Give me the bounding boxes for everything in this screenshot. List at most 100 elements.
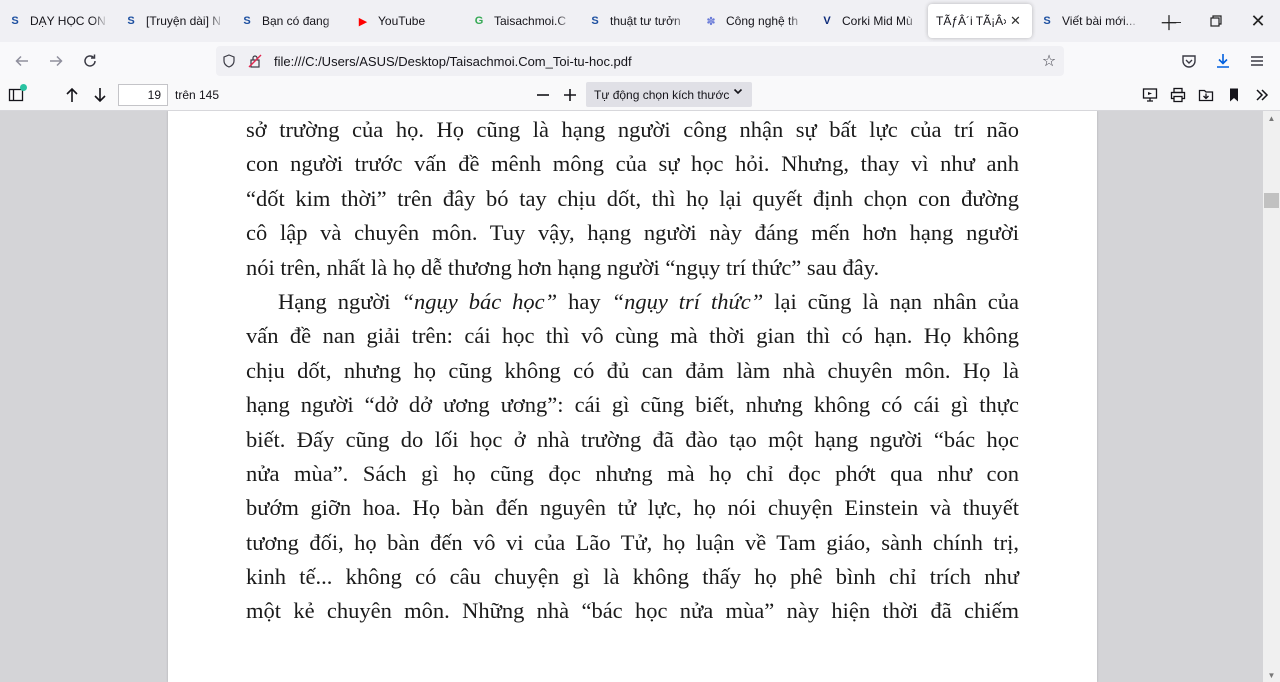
pdf-toolbar: 19 trên 145 Tự động chọn kích thước [0,79,1280,111]
tab-title: TÃƒÂ´i TÃ¡Â»Â± [936,14,1006,28]
save-button[interactable] [1192,82,1220,108]
scroll-down-arrow-icon[interactable]: ▼ [1263,668,1280,682]
text-line: chịu dốt, nhưng họ cũng không có đủ can … [246,357,1019,383]
printer-icon [1170,87,1186,103]
bookmark-icon [1230,88,1238,102]
page-text: sở trường của họ. Họ cũng là hạng người … [246,113,1019,629]
zoom-select[interactable]: Tự động chọn kích thước [586,82,752,107]
tab-favicon-icon: S [127,15,135,27]
toolbar-right [1172,42,1280,79]
browser-tab[interactable]: ▶ YouTube [348,4,464,38]
menu-button[interactable] [1240,46,1274,76]
tab-title: Công nghệ th [726,14,799,28]
tab-title: DẠY HỌC ON [30,14,106,28]
sidebar-toggle-button[interactable] [2,82,30,108]
tab-title: Corki Mid Mù [842,14,913,28]
arrow-left-icon [15,55,28,66]
italic-phrase: “ngụy bác học” [401,288,558,314]
presentation-icon [1142,88,1158,102]
forward-button[interactable] [39,46,73,76]
text-segment: Hạng người [278,288,402,314]
tab-favicon-icon: S [1043,15,1051,27]
browser-tab[interactable]: S [Truyện dài] N [116,4,232,38]
tab-favicon-icon: ▶ [358,15,368,28]
browser-tab[interactable]: ✽ Công nghệ th [696,4,812,38]
text-line: biết. Đấy cũng do lối học ở nhà trường đ… [246,426,1019,452]
pdf-page: sở trường của họ. Họ cũng là hạng người … [168,111,1097,682]
arrow-down-icon [94,87,106,102]
text-line: sở trường của họ. Họ cũng là hạng người … [246,117,1019,142]
double-chevron-right-icon [1256,89,1269,101]
tools-button[interactable] [1248,82,1276,108]
url-text[interactable]: file:///C:/Users/ASUS/Desktop/Taisachmoi… [274,54,1034,69]
tab-favicon-icon: S [11,15,19,27]
address-bar[interactable]: file:///C:/Users/ASUS/Desktop/Taisachmoi… [216,46,1064,76]
downloads-button[interactable] [1206,46,1240,76]
save-icon [1198,89,1214,102]
browser-tab[interactable]: S DẠY HỌC ON [0,4,116,38]
tab-title: Bạn có đang [262,14,330,28]
print-button[interactable] [1164,82,1192,108]
italic-phrase: “ngụy trí thức” [611,288,764,314]
browser-tab[interactable]: TÃƒÂ´i TÃ¡Â»Â± ✕ [928,4,1032,38]
minus-icon [537,94,549,96]
tab-favicon-icon: S [591,15,599,27]
back-button[interactable] [5,46,39,76]
page-total-label: trên 145 [175,87,220,102]
arrow-up-icon [66,87,78,102]
pdf-viewer[interactable]: sở trường của họ. Họ cũng là hạng người … [0,111,1280,682]
close-window-button[interactable]: ✕ [1238,0,1278,42]
download-icon [1217,53,1229,68]
tab-favicon-icon: S [243,15,251,27]
bookmark-star-icon[interactable]: ☆ [1034,51,1064,71]
text-line: “dốt kim thời” trên đây bó tay chịu dốt,… [246,185,1019,211]
tab-list: S DẠY HỌC ON S [Truyện dài] N S Bạn có đang ▶ Y… [0,4,1148,38]
text-line: con người trước vấn đề mênh mông của sự … [246,151,1019,177]
browser-tab[interactable]: Sthuật tư tưởn [580,4,696,38]
text-line: hạng người “dở dở ương ương”: cái gì cũn… [246,392,1019,418]
text-line: nói trên, nhất là họ dễ thương hơn hạng … [246,254,880,280]
browser-tab[interactable]: S Viết bài mới... [1032,4,1148,38]
scroll-up-arrow-icon[interactable]: ▲ [1263,111,1280,125]
bookmark-button[interactable] [1220,82,1248,108]
text-line: Hạng người “ngụy bác học” hay “ngụy trí … [246,285,1019,319]
presentation-mode-button[interactable] [1136,82,1164,108]
close-tab-icon[interactable]: ✕ [1010,13,1024,29]
text-line: cô lập và chuyên môn. Tuy vậy, hạng ngườ… [246,220,1019,246]
previous-page-button[interactable] [58,82,86,108]
pocket-button[interactable] [1172,46,1206,76]
browser-tab[interactable]: S Bạn có đang [232,4,348,38]
text-line: kinh tế... không có câu chuyện gì là khô… [246,564,1019,590]
tab-title: thuật tư tưởn [610,14,681,28]
browser-tab[interactable]: G Taisachmoi.C [464,4,580,38]
tab-favicon-icon: G [474,15,484,27]
text-line: nửa mùa”. Sách gì họ cũng đọc nhưng mà h… [246,460,1019,486]
tab-strip: S DẠY HỌC ON S [Truyện dài] N S Bạn có đang ▶ Y… [0,0,1280,42]
reload-button[interactable] [73,46,107,76]
scrollbar-thumb[interactable] [1264,193,1279,208]
arrow-right-icon [50,55,63,66]
plus-icon [564,89,576,101]
pdf-toolbar-right [1136,82,1280,108]
next-page-button[interactable] [86,82,114,108]
tab-title: [Truyện dài] N [146,14,221,28]
chevron-down-icon [733,86,743,99]
hamburger-menu-icon [1251,55,1263,66]
notification-dot [20,83,27,91]
pocket-icon [1182,54,1196,68]
zoom-out-button[interactable] [529,82,557,108]
file-insecure-icon[interactable] [242,54,268,68]
text-line: bướm giỡn hoa. Họ bàn đến nguyên tử lực,… [246,495,1019,521]
text-segment: hay [557,288,612,314]
tab-title: Viết bài mới... [1062,14,1136,28]
restore-button[interactable] [1196,0,1236,42]
tab-favicon-icon: ✽ [706,15,716,28]
page-number-input[interactable]: 19 [118,83,168,106]
text-line: một kẻ chuyên môn. Những nhà “bác học nử… [246,598,1019,624]
tab-title: Taisachmoi.C [494,14,567,28]
browser-tab[interactable]: V Corki Mid Mù [812,4,928,38]
minimize-button[interactable]: — [1154,0,1194,42]
shield-icon[interactable] [216,54,242,68]
zoom-in-button[interactable] [556,82,584,108]
zoom-select-value: Tự động chọn kích thước [594,87,730,102]
